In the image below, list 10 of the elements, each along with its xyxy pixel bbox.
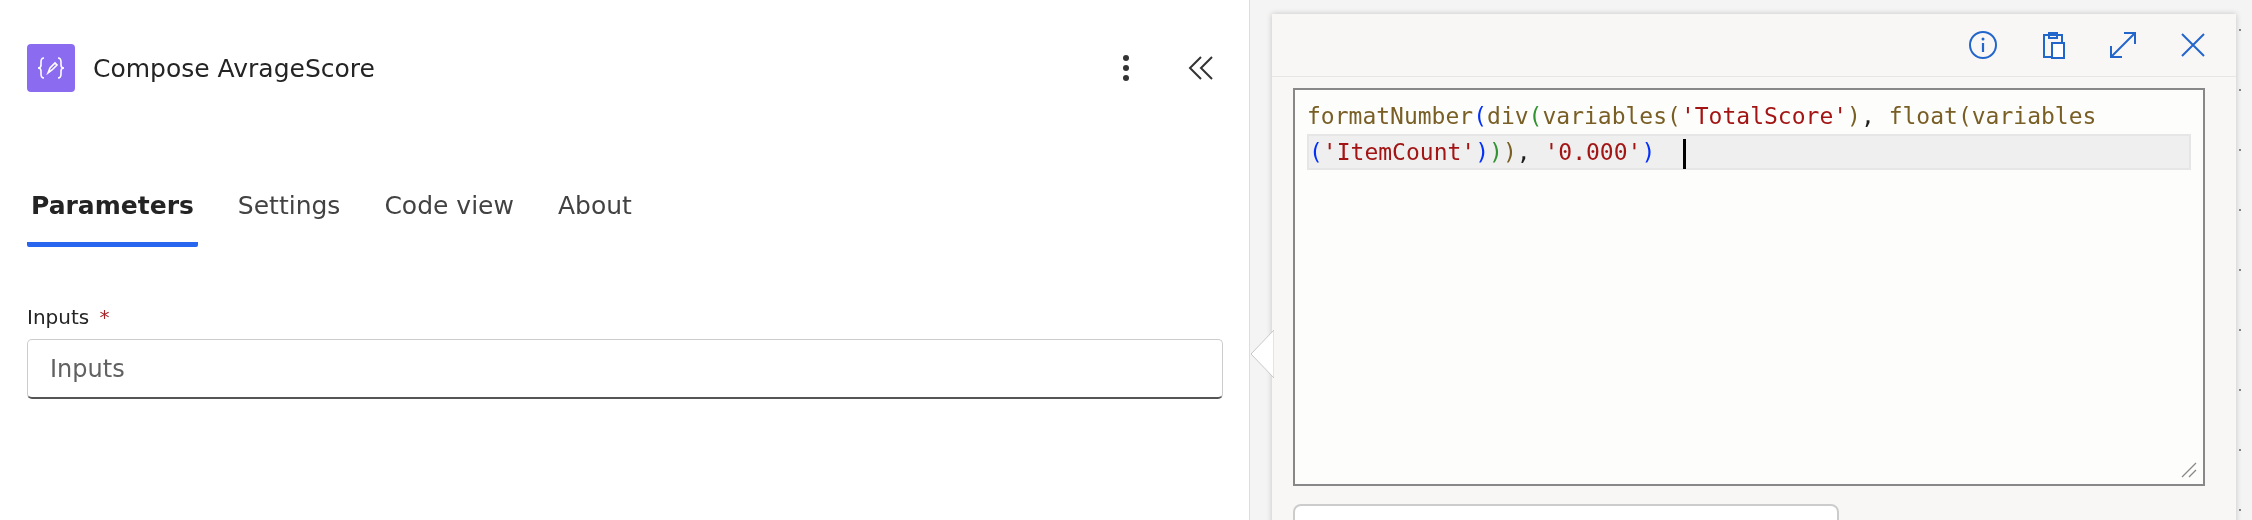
field-label: Inputs — [27, 305, 90, 329]
panel-title: Compose AvrageScore — [93, 53, 375, 83]
tab[interactable]: Settings — [233, 181, 345, 247]
tab[interactable]: About — [553, 181, 636, 247]
required-mark: * — [99, 305, 110, 329]
tab[interactable]: Parameters — [27, 181, 198, 247]
code-editor[interactable]: formatNumber(div(variables('TotalScore'), float(variables ('ItemCount'))), '0.000') — [1293, 88, 2205, 486]
code-line: formatNumber(div(variables('TotalScore'), float(variables — [1307, 102, 2098, 131]
tab[interactable]: Code view — [380, 181, 518, 247]
input-field[interactable]: Inputs — [27, 339, 1223, 399]
